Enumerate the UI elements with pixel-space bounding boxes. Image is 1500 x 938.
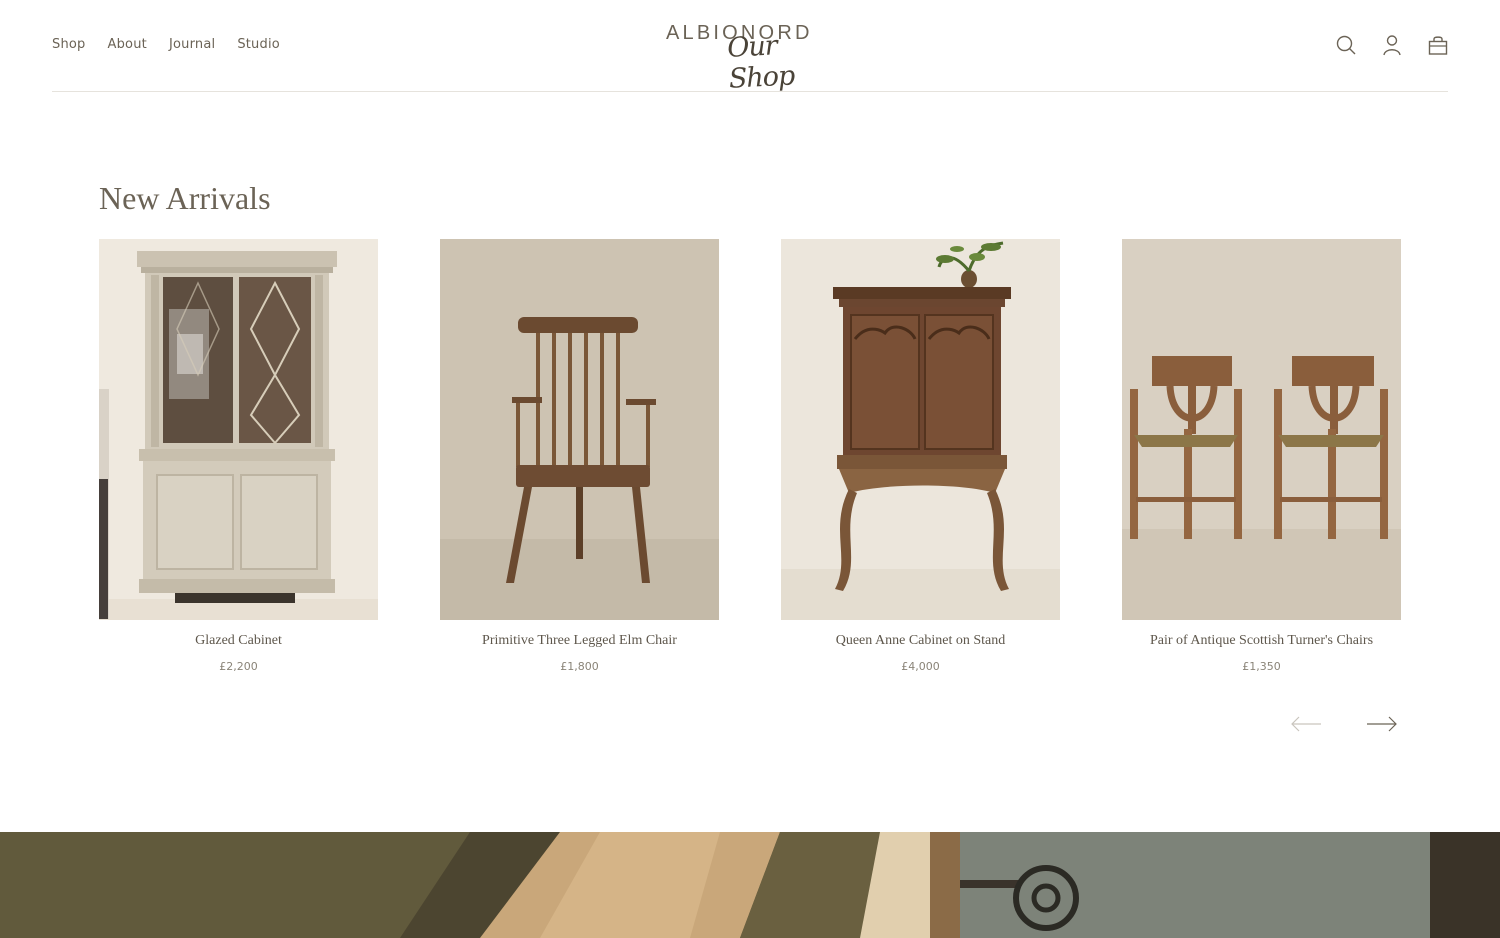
product-card[interactable]: Queen Anne Cabinet on Stand £4,000 (781, 239, 1060, 673)
product-image-queen-anne-cabinet[interactable] (781, 239, 1060, 620)
nav-about[interactable]: About (108, 37, 147, 52)
product-price: £4,000 (901, 660, 940, 673)
site-header: Shop About Journal Studio ALBIONORD Our … (52, 0, 1448, 95)
product-card[interactable]: Glazed Cabinet £2,200 (99, 239, 378, 673)
product-name[interactable]: Primitive Three Legged Elm Chair (440, 633, 719, 649)
product-image-glazed-cabinet[interactable] (99, 239, 378, 620)
site-logo[interactable]: ALBIONORD Our Shop (666, 18, 836, 95)
product-carousel: Glazed Cabinet £2,200 Primitive Three Le… (99, 239, 1402, 679)
section-title: New Arrivals (99, 180, 271, 216)
product-image-turners-chairs[interactable] (1122, 239, 1401, 620)
arrow-right-icon[interactable] (1366, 714, 1398, 734)
product-card[interactable]: Primitive Three Legged Elm Chair £1,800 (440, 239, 719, 673)
product-name[interactable]: Glazed Cabinet (99, 633, 378, 649)
logo-script: Our Shop (726, 30, 796, 95)
nav-studio[interactable]: Studio (237, 37, 280, 52)
account-icon[interactable] (1382, 34, 1402, 56)
arrow-left-icon[interactable] (1290, 714, 1322, 734)
product-price: £1,800 (560, 660, 599, 673)
product-name[interactable]: Pair of Antique Scottish Turner's Chairs (1122, 633, 1401, 649)
product-name[interactable]: Queen Anne Cabinet on Stand (781, 633, 1060, 649)
bag-icon[interactable] (1428, 34, 1448, 56)
search-icon[interactable] (1336, 34, 1356, 56)
hero-banner-image (0, 832, 1500, 938)
carousel-controls (1290, 714, 1398, 736)
product-image-elm-chair[interactable] (440, 239, 719, 620)
product-price: £2,200 (219, 660, 258, 673)
product-card[interactable]: Pair of Antique Scottish Turner's Chairs… (1122, 239, 1401, 673)
header-icons (1336, 34, 1448, 56)
nav-journal[interactable]: Journal (169, 37, 215, 52)
nav-shop[interactable]: Shop (52, 37, 86, 52)
product-price: £1,350 (1242, 660, 1281, 673)
main-nav: Shop About Journal Studio (52, 37, 280, 52)
